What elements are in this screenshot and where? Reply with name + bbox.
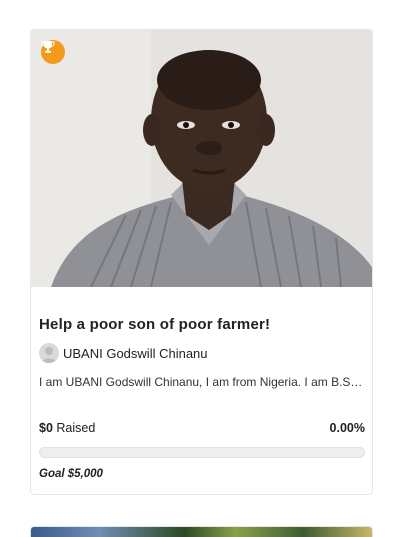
campaign-description: I am UBANI Godswill Chinanu, I am from N… bbox=[39, 375, 363, 389]
raised-label: Raised bbox=[56, 421, 96, 435]
owner-name: UBANI Godswill Chinanu bbox=[63, 345, 208, 361]
campaign-owner[interactable]: UBANI Godswill Chinanu bbox=[39, 343, 208, 363]
next-campaign-card[interactable] bbox=[30, 526, 373, 537]
campaign-photo[interactable] bbox=[31, 30, 372, 287]
user-avatar-icon bbox=[39, 343, 59, 363]
raised-amount: $0 bbox=[39, 421, 53, 435]
trophy-icon bbox=[41, 40, 65, 64]
funding-progress-bar bbox=[39, 447, 365, 458]
campaign-goal: Goal $5,000 bbox=[39, 468, 103, 480]
percent-funded: 0.00% bbox=[329, 421, 365, 435]
campaign-photo-image bbox=[31, 30, 372, 287]
campaign-title[interactable]: Help a poor son of poor farmer! bbox=[39, 316, 369, 333]
raised-summary: $0 Raised bbox=[39, 421, 95, 435]
raised-row: $0 Raised 0.00% bbox=[39, 421, 365, 435]
campaign-card[interactable]: Help a poor son of poor farmer! UBANI Go… bbox=[30, 29, 373, 495]
